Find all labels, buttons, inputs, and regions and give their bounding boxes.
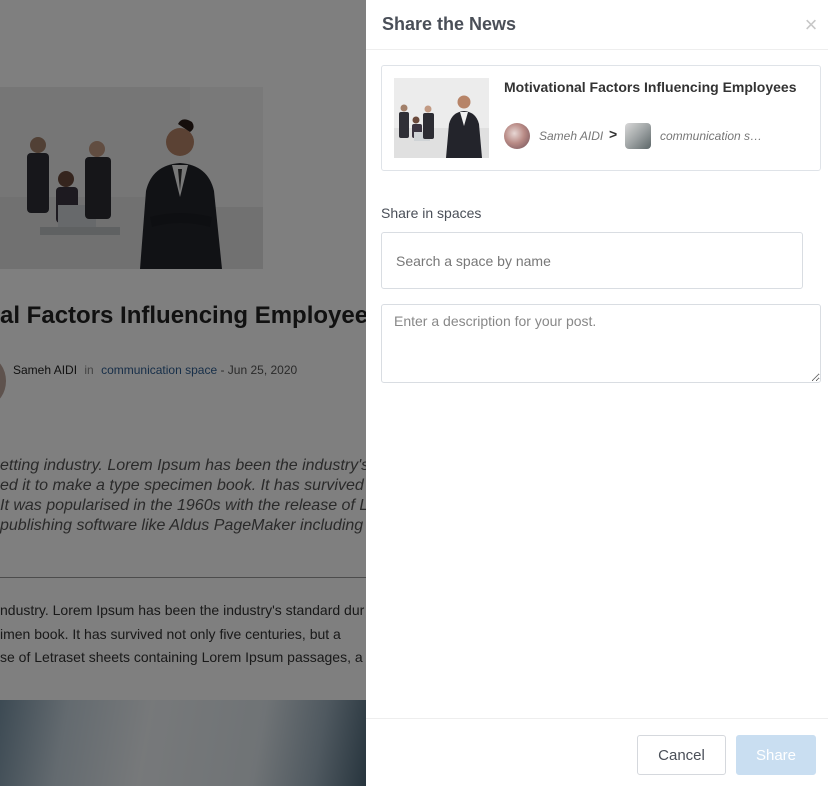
page: al Factors Influencing Employees Sameh A… — [0, 0, 828, 786]
news-thumbnail — [394, 78, 489, 158]
news-preview-card: Motivational Factors Influencing Employe… — [381, 65, 821, 171]
author-name: Sameh AIDI — [539, 129, 604, 143]
news-thumbnail-photo — [394, 78, 489, 158]
space-avatar — [625, 123, 651, 149]
drawer-title: Share the News — [382, 14, 517, 34]
description-textarea[interactable] — [381, 304, 821, 383]
drawer-footer: Cancel Share — [366, 718, 828, 786]
author-avatar — [504, 123, 530, 149]
cancel-button[interactable]: Cancel — [637, 735, 726, 775]
share-button[interactable]: Share — [736, 735, 816, 775]
drawer-header: Share the News × — [366, 0, 828, 50]
chevron-right-icon: > — [609, 126, 618, 142]
share-drawer: Share the News × Motivational Factors In… — [366, 0, 828, 786]
space-name: communication space — [660, 129, 764, 143]
news-preview-title: Motivational Factors Influencing Employe… — [504, 79, 797, 95]
space-search-input[interactable] — [381, 232, 803, 289]
close-icon[interactable]: × — [802, 14, 820, 36]
share-in-spaces-label: Share in spaces — [381, 205, 482, 221]
